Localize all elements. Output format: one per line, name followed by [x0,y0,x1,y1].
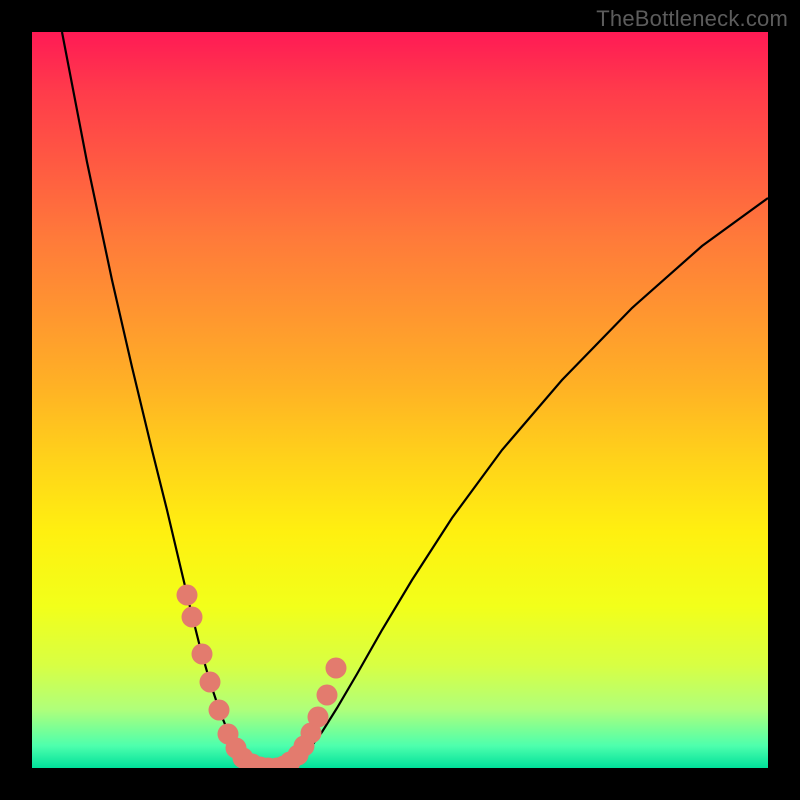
bottleneck-curve [62,32,768,768]
watermark-text: TheBottleneck.com [596,6,788,32]
marker-dots-group [177,585,347,769]
marker-dot [317,685,338,706]
plot-area [32,32,768,768]
marker-dot [200,672,221,693]
curve-layer [32,32,768,768]
marker-dot [192,644,213,665]
outer-frame: TheBottleneck.com [0,0,800,800]
marker-dot [326,658,347,679]
marker-dot [308,707,329,728]
marker-dot [182,607,203,628]
marker-dot [209,700,230,721]
marker-dot [177,585,198,606]
